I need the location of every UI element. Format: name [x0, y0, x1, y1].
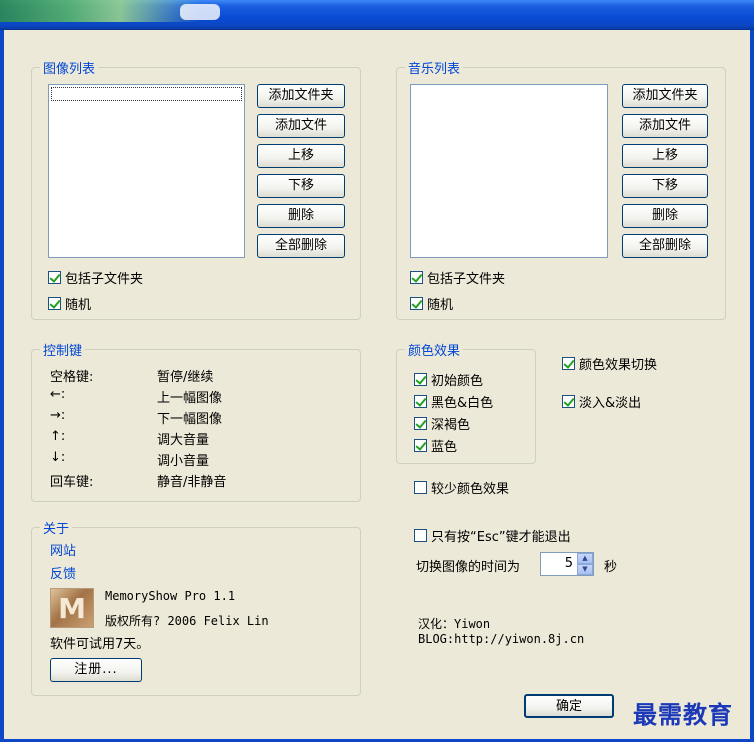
checkbox-box — [410, 297, 423, 310]
checkbox-label: 随机 — [427, 298, 454, 313]
feedback-link[interactable]: 反馈 — [50, 563, 76, 582]
about-legend: 关于 — [43, 522, 70, 537]
blog-credit: BLOG:http://yiwon.8j.cn — [418, 632, 585, 646]
spinner-down-icon[interactable]: ▼ — [577, 564, 593, 575]
action-pause: 暂停/继续 — [157, 370, 214, 385]
checkbox-box — [48, 297, 61, 310]
title-bar-blurred-region — [0, 0, 200, 22]
music-random-checkbox[interactable]: 随机 — [410, 294, 453, 313]
register-button[interactable]: 注册... — [50, 658, 142, 682]
checkbox-box — [414, 373, 427, 386]
key-left: ←: — [50, 387, 66, 402]
fade-checkbox[interactable]: 淡入&淡出 — [562, 392, 641, 411]
watermark-logo: 最需教育 — [633, 700, 733, 729]
fewer-colors-checkbox[interactable]: 较少颜色效果 — [414, 478, 509, 497]
music-include-subfolders-checkbox[interactable]: 包括子文件夹 — [410, 268, 505, 287]
music-delete-all-button[interactable]: 全部删除 — [622, 234, 708, 258]
music-listbox[interactable] — [410, 84, 608, 258]
title-bar-blurred-spot — [180, 4, 220, 20]
title-bar[interactable] — [0, 0, 754, 30]
checkbox-label: 蓝色 — [431, 440, 458, 455]
checkbox-box — [414, 417, 427, 430]
control-keys-legend: 控制键 — [43, 344, 83, 359]
checkbox-box — [414, 395, 427, 408]
checkbox-label: 初始颜色 — [431, 374, 484, 389]
checkbox-label: 随机 — [65, 298, 92, 313]
spinner-up-icon[interactable]: ▲ — [577, 553, 593, 564]
color-original-checkbox[interactable]: 初始颜色 — [414, 370, 483, 389]
checkbox-label: 包括子文件夹 — [65, 272, 144, 287]
color-blue-checkbox[interactable]: 蓝色 — [414, 436, 457, 455]
key-down: ↓: — [50, 450, 66, 465]
key-up: ↑: — [50, 429, 66, 444]
checkbox-label: 淡入&淡出 — [579, 396, 642, 411]
image-include-subfolders-checkbox[interactable]: 包括子文件夹 — [48, 268, 143, 287]
checkbox-box — [414, 529, 427, 542]
image-delete-all-button[interactable]: 全部删除 — [257, 234, 345, 258]
trial-notice: 软件可试用7天。 — [50, 637, 150, 652]
checkbox-box — [562, 395, 575, 408]
checkbox-box — [410, 271, 423, 284]
image-move-down-button[interactable]: 下移 — [257, 174, 345, 198]
interval-value[interactable]: 5 — [541, 553, 577, 575]
app-logo-icon: M — [50, 588, 94, 628]
checkbox-box — [48, 271, 61, 284]
interval-unit: 秒 — [604, 560, 618, 575]
key-enter: 回车键: — [50, 475, 94, 490]
music-delete-button[interactable]: 删除 — [622, 204, 708, 228]
color-transition-checkbox[interactable]: 颜色效果切换 — [562, 354, 657, 373]
esc-only-exit-checkbox[interactable]: 只有按“Esc”键才能退出 — [414, 526, 571, 545]
window-frame-right — [750, 30, 754, 742]
key-right: →: — [50, 408, 66, 423]
action-volume-down: 调小音量 — [157, 454, 210, 469]
music-add-folder-button[interactable]: 添加文件夹 — [622, 84, 708, 108]
image-list-legend: 图像列表 — [43, 62, 96, 77]
image-listbox-focus — [51, 87, 242, 101]
image-listbox[interactable] — [48, 84, 245, 258]
image-add-folder-button[interactable]: 添加文件夹 — [257, 84, 345, 108]
translator-credit: 汉化：Yiwon — [418, 617, 491, 631]
interval-spinner[interactable]: 5 ▲ ▼ — [540, 552, 594, 576]
image-random-checkbox[interactable]: 随机 — [48, 294, 91, 313]
checkbox-label: 颜色效果切换 — [579, 358, 658, 373]
website-link[interactable]: 网站 — [50, 540, 76, 559]
interval-label: 切换图像的时间为 — [416, 560, 521, 575]
key-space: 空格键: — [50, 370, 94, 385]
color-sepia-checkbox[interactable]: 深褐色 — [414, 414, 470, 433]
action-mute: 静音/非静音 — [157, 475, 227, 490]
checkbox-label: 只有按“Esc”键才能退出 — [431, 530, 571, 545]
image-delete-button[interactable]: 删除 — [257, 204, 345, 228]
checkbox-label: 深褐色 — [431, 418, 471, 433]
action-volume-up: 调大音量 — [157, 433, 210, 448]
action-previous-image: 上一幅图像 — [157, 391, 223, 406]
action-next-image: 下一幅图像 — [157, 412, 223, 427]
window-frame-left — [0, 30, 4, 742]
spinner-arrows: ▲ ▼ — [577, 553, 593, 575]
copyright-text: 版权所有? 2006 Felix Lin — [105, 614, 269, 628]
music-add-file-button[interactable]: 添加文件 — [622, 114, 708, 138]
color-black-white-checkbox[interactable]: 黑色&白色 — [414, 392, 493, 411]
checkbox-box — [562, 357, 575, 370]
product-name: MemoryShow Pro 1.1 — [105, 589, 236, 603]
checkbox-label: 包括子文件夹 — [427, 272, 506, 287]
image-add-file-button[interactable]: 添加文件 — [257, 114, 345, 138]
image-move-up-button[interactable]: 上移 — [257, 144, 345, 168]
checkbox-label: 黑色&白色 — [431, 396, 494, 411]
checkbox-label: 较少颜色效果 — [431, 482, 510, 497]
checkbox-box — [414, 481, 427, 494]
music-list-legend: 音乐列表 — [408, 62, 461, 77]
color-effects-legend: 颜色效果 — [408, 344, 461, 359]
checkbox-box — [414, 439, 427, 452]
music-move-down-button[interactable]: 下移 — [622, 174, 708, 198]
ok-button[interactable]: 确定 — [524, 694, 614, 718]
music-move-up-button[interactable]: 上移 — [622, 144, 708, 168]
